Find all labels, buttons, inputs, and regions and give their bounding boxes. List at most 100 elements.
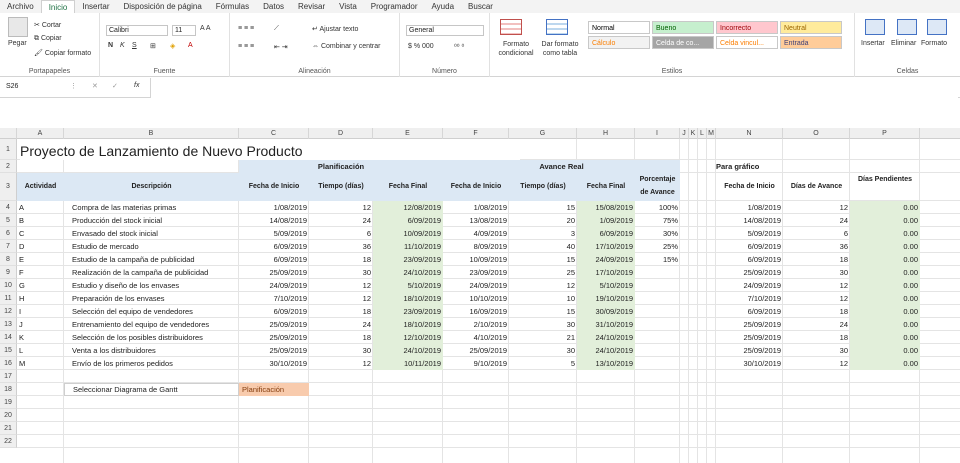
cell[interactable]: 15% xyxy=(635,253,680,266)
cell[interactable]: F xyxy=(17,266,64,279)
insert-function-icon[interactable]: fx xyxy=(134,82,139,89)
column-header[interactable]: I xyxy=(635,128,680,139)
cell[interactable]: 4/10/2019 xyxy=(443,331,509,344)
chart-cell[interactable]: 0.00 xyxy=(850,331,920,344)
cell[interactable] xyxy=(635,318,680,331)
chart-cell[interactable]: 6 xyxy=(783,227,850,240)
cell[interactable]: 40 xyxy=(509,240,577,253)
row-header[interactable]: 21 xyxy=(0,422,17,435)
row-header[interactable]: 14 xyxy=(0,331,17,344)
cell[interactable]: 2/10/2019 xyxy=(443,318,509,331)
cell[interactable]: K xyxy=(17,331,64,344)
cell-style-item[interactable]: Bueno xyxy=(652,21,714,34)
ribbon-tab[interactable]: Programador xyxy=(364,0,425,13)
chart-cell[interactable]: 0.00 xyxy=(850,201,920,214)
chart-cell[interactable]: 0.00 xyxy=(850,357,920,370)
cell[interactable]: 21 xyxy=(509,331,577,344)
cell[interactable]: 12/08/2019 xyxy=(373,201,443,214)
row-header[interactable]: 4 xyxy=(0,201,17,214)
column-header[interactable]: J xyxy=(680,128,689,139)
column-header[interactable]: A xyxy=(17,128,64,139)
cell[interactable]: 18 xyxy=(309,305,373,318)
chart-cell[interactable]: 25/09/2019 xyxy=(716,318,783,331)
orientation-icon[interactable]: ⟋ xyxy=(274,25,279,33)
cell[interactable]: Preparación de los envases xyxy=(64,292,239,305)
worksheet-grid[interactable]: 1 2 3 4 5 6 7 8 9 10 11 12 13 14 15 16 17 18 19 20 21 22 Proye… xyxy=(0,139,960,463)
cell[interactable]: 24/10/2019 xyxy=(577,331,635,344)
delete-button[interactable]: Eliminar xyxy=(891,40,916,47)
chart-cell[interactable]: 0.00 xyxy=(850,214,920,227)
cell[interactable]: 15/08/2019 xyxy=(577,201,635,214)
cell[interactable]: A xyxy=(17,201,64,214)
chart-cell[interactable]: 0.00 xyxy=(850,279,920,292)
cell[interactable]: 17/10/2019 xyxy=(577,266,635,279)
cell[interactable]: 25/09/2019 xyxy=(239,266,309,279)
row-header[interactable]: 5 xyxy=(0,214,17,227)
currency-icon[interactable]: $ % 000 xyxy=(408,43,434,50)
chart-cell[interactable]: 0.00 xyxy=(850,292,920,305)
cell[interactable]: 10/11/2019 xyxy=(373,357,443,370)
cell[interactable]: 6/09/2019 xyxy=(577,227,635,240)
cell[interactable]: 15 xyxy=(509,201,577,214)
cell-style-item[interactable]: Neutral xyxy=(780,21,842,34)
cell[interactable]: 30/10/2019 xyxy=(239,357,309,370)
column-header[interactable]: N xyxy=(716,128,783,139)
fill-color-icon[interactable]: ◈ xyxy=(170,42,175,50)
cell[interactable]: 30 xyxy=(309,344,373,357)
cell[interactable]: 23/09/2019 xyxy=(373,253,443,266)
cell[interactable]: 6/09/2019 xyxy=(239,240,309,253)
cell[interactable]: 25/09/2019 xyxy=(239,344,309,357)
cell[interactable]: 15 xyxy=(509,305,577,318)
formula-input[interactable] xyxy=(150,78,958,98)
cell[interactable]: 24/09/2019 xyxy=(443,279,509,292)
chart-cell[interactable]: 25/09/2019 xyxy=(716,266,783,279)
chart-cell[interactable]: 1/08/2019 xyxy=(716,201,783,214)
cell[interactable]: Estudio de mercado xyxy=(64,240,239,253)
ribbon-tab[interactable]: Buscar xyxy=(461,0,500,13)
cell[interactable]: Selección del equipo de vendedores xyxy=(64,305,239,318)
ribbon-tab[interactable]: Datos xyxy=(256,0,291,13)
cell[interactable]: 24 xyxy=(309,318,373,331)
cell[interactable]: E xyxy=(17,253,64,266)
chart-cell[interactable]: 24/09/2019 xyxy=(716,279,783,292)
cell[interactable]: 1/09/2019 xyxy=(577,214,635,227)
paste-button[interactable]: Pegar xyxy=(8,40,27,47)
cell[interactable]: 25/09/2019 xyxy=(443,344,509,357)
chart-cell[interactable]: 30/10/2019 xyxy=(716,357,783,370)
chart-cell[interactable]: 24 xyxy=(783,214,850,227)
chart-cell[interactable]: 30 xyxy=(783,266,850,279)
cell[interactable] xyxy=(635,279,680,292)
cell[interactable]: 12 xyxy=(509,279,577,292)
cell[interactable]: 75% xyxy=(635,214,680,227)
wrap-text-button[interactable]: ↵ Ajustar texto xyxy=(312,25,358,33)
row-header[interactable]: 13 xyxy=(0,318,17,331)
chart-cell[interactable]: 12 xyxy=(783,201,850,214)
cell-style-item[interactable]: Cálculo xyxy=(588,36,650,49)
insert-button[interactable]: Insertar xyxy=(861,40,885,47)
cell[interactable]: 18/10/2019 xyxy=(373,318,443,331)
chart-cell[interactable]: 36 xyxy=(783,240,850,253)
cell[interactable]: 10/10/2019 xyxy=(443,292,509,305)
column-header[interactable]: K xyxy=(689,128,698,139)
borders-icon[interactable]: ⊞ xyxy=(150,42,156,50)
cell[interactable]: 5/10/2019 xyxy=(373,279,443,292)
row-header[interactable]: 17 xyxy=(0,370,17,383)
italic-button[interactable]: K xyxy=(120,42,125,49)
chart-cell[interactable]: 0.00 xyxy=(850,318,920,331)
cell[interactable]: 5/09/2019 xyxy=(239,227,309,240)
cell[interactable]: 17/10/2019 xyxy=(577,240,635,253)
cell[interactable]: 7/10/2019 xyxy=(239,292,309,305)
cell[interactable]: 12/10/2019 xyxy=(373,331,443,344)
row-header[interactable]: 12 xyxy=(0,305,17,318)
cell[interactable]: 8/09/2019 xyxy=(443,240,509,253)
cell[interactable]: 10 xyxy=(509,292,577,305)
cell[interactable]: 4/09/2019 xyxy=(443,227,509,240)
cell[interactable]: 25/09/2019 xyxy=(239,331,309,344)
cell[interactable]: 24/10/2019 xyxy=(577,344,635,357)
cell[interactable]: 24/10/2019 xyxy=(373,266,443,279)
chart-cell[interactable]: 0.00 xyxy=(850,305,920,318)
row-header[interactable]: 22 xyxy=(0,435,17,448)
cell[interactable]: 6/09/2019 xyxy=(239,305,309,318)
chart-cell[interactable]: 5/09/2019 xyxy=(716,227,783,240)
name-box[interactable]: S26 xyxy=(4,82,64,93)
